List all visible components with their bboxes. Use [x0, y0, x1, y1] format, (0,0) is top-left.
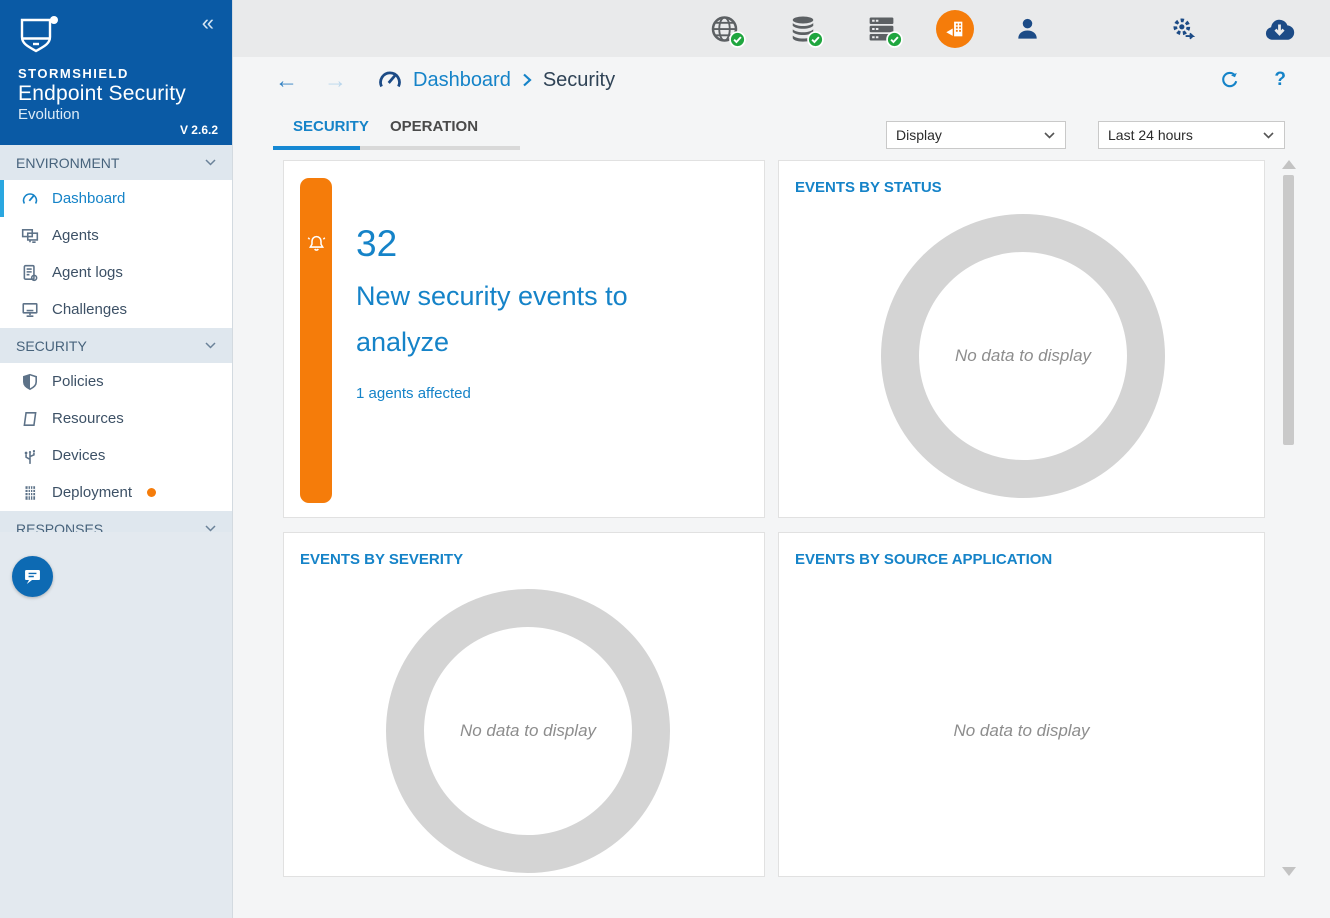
monitor-challenge-icon [21, 301, 39, 319]
shield-icon [21, 373, 39, 391]
scrollbar-thumb[interactable] [1283, 175, 1294, 445]
period-dropdown[interactable]: Last 24 hours [1098, 121, 1285, 149]
nav-section-label: RESPONSES [16, 521, 103, 532]
controls-row: SECURITY OPERATION Display Last 24 hours [233, 103, 1330, 152]
sidebar-item-label: Dashboard [52, 190, 125, 207]
card-title: EVENTS BY SEVERITY [300, 551, 463, 568]
document-log-icon [21, 264, 39, 282]
database-status-icon[interactable] [788, 14, 818, 44]
breadcrumb-current: Security [543, 69, 615, 92]
sidebar-item-devices[interactable]: Devices [0, 437, 232, 474]
chat-icon [22, 566, 43, 587]
active-indicator [0, 180, 4, 217]
card-new-security-events[interactable]: 32 New security events to analyze 1 agen… [283, 160, 765, 518]
sidebar-item-agents[interactable]: Agents [0, 217, 232, 254]
scroll-up-arrow[interactable] [1282, 160, 1296, 169]
alert-accent-bar [300, 178, 332, 503]
refresh-icon[interactable] [1220, 70, 1240, 90]
chevron-down-icon [205, 342, 216, 349]
settings-icon[interactable] [1171, 16, 1197, 42]
scroll-down-arrow[interactable] [1282, 867, 1296, 876]
sidebar-item-policies[interactable]: Policies [0, 363, 232, 400]
help-icon[interactable]: ? [1274, 69, 1286, 91]
status-ok-badge-icon [886, 31, 903, 48]
usb-icon [21, 447, 39, 465]
main-area: ← → Dashboard Security ? SECURITY OPERAT… [233, 0, 1330, 918]
tab-operation[interactable]: OPERATION [360, 103, 520, 152]
stormshield-logo-icon [18, 16, 218, 56]
sidebar-item-label: Agent logs [52, 264, 123, 281]
dashboard-gauge-icon [377, 67, 403, 93]
building-icon [21, 484, 39, 502]
sidebar-item-label: Devices [52, 447, 105, 464]
dashboard-cards: 32 New security events to analyze 1 agen… [233, 152, 1330, 877]
brand-header: « STORMSHIELD Endpoint Security Evolutio… [0, 0, 232, 145]
period-dropdown-value: Last 24 hours [1108, 127, 1193, 143]
sidebar-item-label: Challenges [52, 301, 127, 318]
updates-icon[interactable] [1263, 14, 1296, 44]
bell-icon [307, 234, 326, 253]
brand-name: STORMSHIELD [18, 66, 218, 81]
breadcrumb-root-link[interactable]: Dashboard [413, 69, 511, 92]
alert-title: New security events to analyze [356, 273, 656, 365]
forward-arrow-icon[interactable]: → [324, 69, 347, 92]
brand-product: Endpoint Security [18, 82, 218, 106]
agent-handler-status-icon[interactable] [866, 14, 897, 44]
sidebar-item-label: Agents [52, 227, 99, 244]
brand-edition: Evolution [18, 106, 218, 123]
nav-section-environment[interactable]: ENVIRONMENT [0, 145, 232, 180]
nav-section-responses[interactable]: RESPONSES [0, 511, 232, 532]
user-account-icon[interactable] [1014, 15, 1041, 42]
card-title: EVENTS BY STATUS [795, 179, 942, 196]
gauge-icon [21, 190, 39, 208]
sidebar-item-label: Policies [52, 373, 104, 390]
internet-status-icon[interactable] [709, 14, 740, 44]
sidebar-item-dashboard[interactable]: Dashboard [0, 180, 232, 217]
sidebar-footer [0, 532, 232, 918]
top-toolbar [233, 0, 1330, 57]
sidebar-item-resources[interactable]: Resources [0, 400, 232, 437]
nav-section-security[interactable]: SECURITY [0, 328, 232, 363]
status-ok-badge-icon [729, 31, 746, 48]
chat-button[interactable] [12, 556, 53, 597]
chevron-down-icon [1263, 132, 1274, 139]
display-dropdown[interactable]: Display [886, 121, 1066, 149]
chevron-down-icon [1044, 132, 1055, 139]
card-events-by-severity: EVENTS BY SEVERITY No data to display [283, 532, 765, 877]
tab-security[interactable]: SECURITY [273, 103, 360, 152]
nav-section-label: ENVIRONMENT [16, 155, 119, 171]
sidebar: « STORMSHIELD Endpoint Security Evolutio… [0, 0, 233, 918]
no-data-text: No data to display [912, 719, 1132, 743]
chevron-down-icon [205, 159, 216, 166]
status-ok-badge-icon [807, 31, 824, 48]
collapse-sidebar-icon[interactable]: « [202, 10, 214, 36]
tab-underline [273, 146, 520, 150]
monitors-icon [21, 227, 39, 245]
display-dropdown-value: Display [896, 127, 942, 143]
sidebar-item-label: Resources [52, 410, 124, 427]
breadcrumb-chevron-icon [521, 72, 533, 88]
alert-agents-affected-link[interactable]: 1 agents affected [356, 385, 656, 402]
card-events-by-source-application: EVENTS BY SOURCE APPLICATION No data to … [778, 532, 1265, 877]
sidebar-item-label: Deployment [52, 484, 132, 501]
card-title: EVENTS BY SOURCE APPLICATION [795, 551, 1052, 568]
scroll-icon [21, 410, 39, 428]
no-data-text: No data to display [458, 719, 598, 743]
sidebar-item-challenges[interactable]: Challenges [0, 291, 232, 328]
brand-version: V 2.6.2 [180, 123, 218, 137]
sidebar-nav: ENVIRONMENT Dashboard Agents Agent logs Chal… [0, 145, 232, 532]
card-events-by-status: EVENTS BY STATUS No data to display [778, 160, 1265, 518]
back-arrow-icon[interactable]: ← [275, 69, 298, 92]
sidebar-item-deployment[interactable]: Deployment [0, 474, 232, 511]
notification-dot [147, 488, 156, 497]
alert-count: 32 [356, 223, 656, 265]
nav-section-label: SECURITY [16, 338, 87, 354]
breadcrumb: ← → Dashboard Security ? [233, 57, 1330, 103]
sidebar-item-agent-logs[interactable]: Agent logs [0, 254, 232, 291]
vertical-scrollbar[interactable] [1282, 158, 1296, 880]
no-data-text: No data to display [953, 344, 1093, 368]
deployment-pending-icon[interactable] [936, 10, 974, 48]
